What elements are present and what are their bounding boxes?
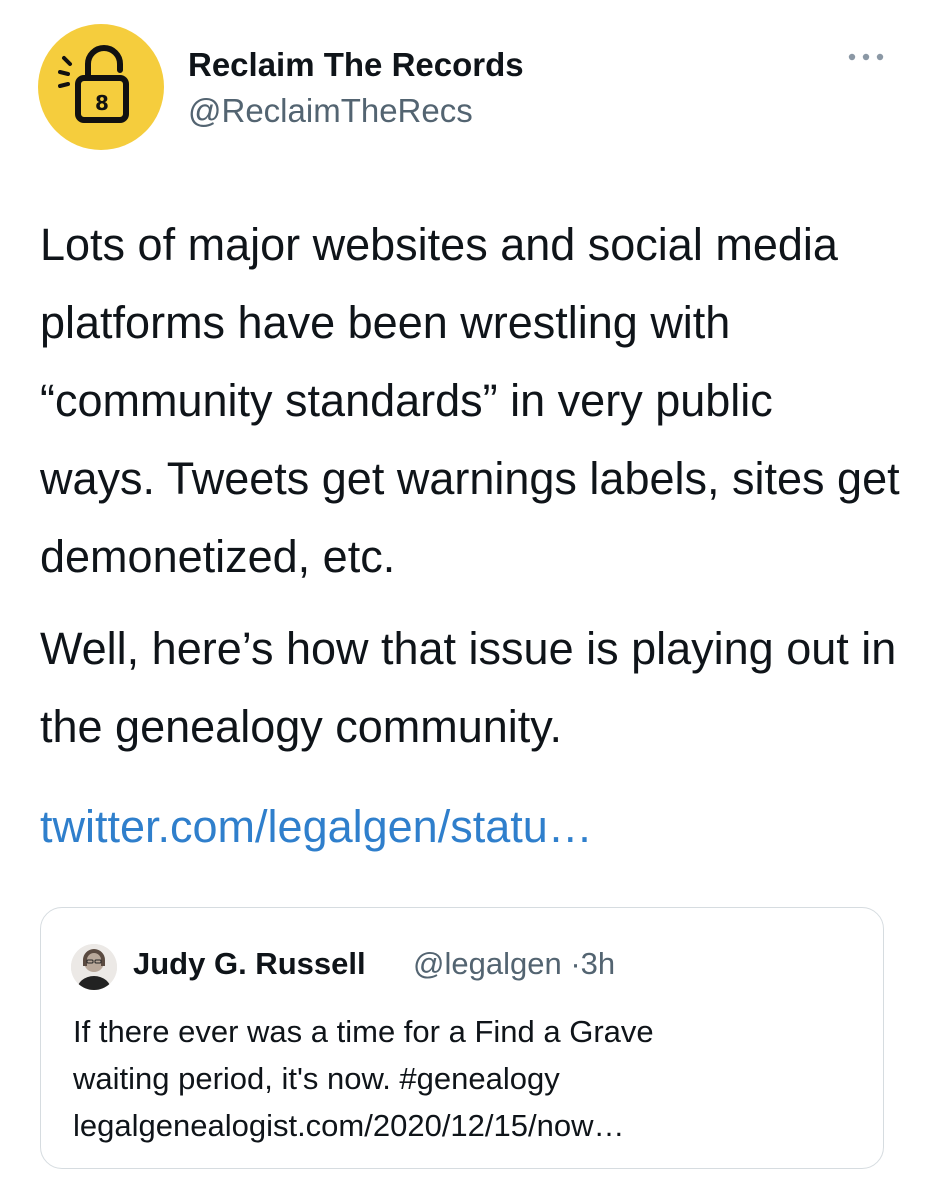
meta-separator: · bbox=[570, 946, 581, 981]
quoted-author-avatar bbox=[71, 944, 117, 990]
tweet-paragraph: Well, here’s how that issue is playing o… bbox=[40, 623, 897, 752]
padlock-icon: 8 bbox=[58, 45, 129, 123]
person-icon bbox=[71, 944, 117, 990]
tweet-header: 8 Reclaim The Records @ReclaimTheRecs bbox=[38, 24, 888, 152]
quoted-text-line: waiting period, it's now. #genealogy bbox=[73, 1061, 560, 1096]
more-horizontal-icon bbox=[848, 53, 884, 61]
quoted-tweet-card[interactable]: Judy G. Russell @legalgen ·3h If there e… bbox=[40, 907, 884, 1169]
author-avatar[interactable]: 8 bbox=[38, 24, 164, 150]
author-handle[interactable]: @ReclaimTheRecs bbox=[188, 92, 473, 130]
quoted-author-handle: @legalgen bbox=[413, 946, 562, 981]
quoted-text-line: If there ever was a time for a Find a Gr… bbox=[73, 1014, 654, 1049]
svg-text:8: 8 bbox=[95, 91, 109, 115]
quoted-tweet-text: If there ever was a time for a Find a Gr… bbox=[73, 1008, 863, 1149]
quoted-tweet-time: 3h bbox=[580, 946, 616, 981]
tweet-paragraph: Lots of major websites and social media … bbox=[40, 219, 900, 582]
author-display-name[interactable]: Reclaim The Records bbox=[188, 46, 524, 84]
quoted-tweet-meta: @legalgen ·3h bbox=[413, 946, 615, 982]
quoted-text-line: legalgenealogist.com/2020/12/15/now… bbox=[73, 1108, 625, 1143]
quoted-author-display-name: Judy G. Russell bbox=[133, 946, 366, 981]
tweet-link[interactable]: twitter.com/legalgen/statu… bbox=[40, 788, 593, 866]
more-options-button[interactable] bbox=[844, 42, 888, 72]
